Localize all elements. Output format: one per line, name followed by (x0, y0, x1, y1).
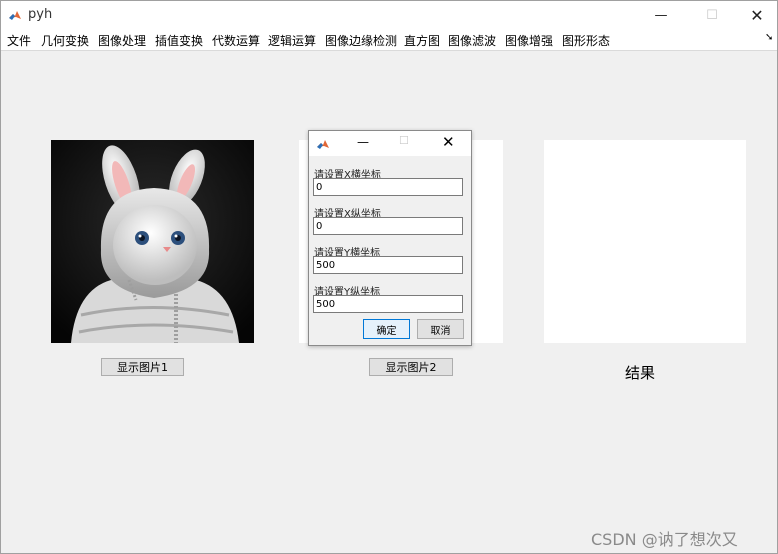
y-vertical-input[interactable] (313, 295, 463, 313)
result-label: 结果 (625, 364, 656, 382)
menu-geometric-transform[interactable]: 几何变换 (41, 32, 89, 49)
close-button[interactable]: ✕ (734, 1, 778, 29)
main-window: pyh — ☐ ✕ 文件 几何变换 图像处理 插值变换 代数运算 逻辑运算 图像… (0, 0, 778, 554)
rabbit-image (51, 140, 254, 343)
menu-algebraic-ops[interactable]: 代数运算 (212, 32, 260, 49)
ok-button[interactable]: 确定 (363, 319, 410, 339)
window-title: pyh (28, 7, 53, 22)
minimize-button[interactable]: — (638, 1, 684, 29)
dialog-minimize-button[interactable]: — (357, 135, 369, 149)
matlab-logo-icon (316, 137, 330, 151)
dialog-close-button[interactable]: ✕ (442, 133, 455, 151)
menu-histogram[interactable]: 直方图 (404, 32, 440, 49)
result-panel (544, 140, 746, 343)
menu-interpolation[interactable]: 插值变换 (155, 32, 203, 49)
matlab-logo-icon (8, 8, 22, 22)
x-horizontal-input[interactable] (313, 178, 463, 196)
watermark: CSDN @讷了想次又 (591, 530, 738, 549)
show-image-1-button[interactable]: 显示图片1 (101, 358, 184, 376)
menu-overflow-icon[interactable]: ➘ (765, 32, 773, 43)
x-vertical-input[interactable] (313, 217, 463, 235)
menu-image-processing[interactable]: 图像处理 (98, 32, 146, 49)
menu-bar: 文件 几何变换 图像处理 插值变换 代数运算 逻辑运算 图像边缘检测 直方图 图… (1, 29, 777, 51)
maximize-button[interactable]: ☐ (689, 1, 735, 29)
coordinate-input-dialog: — ☐ ✕ 请设置X横坐标 请设置X纵坐标 请设置Y横坐标 请设置Y纵坐标 确定… (308, 130, 472, 346)
cancel-button[interactable]: 取消 (417, 319, 464, 339)
menu-logic-ops[interactable]: 逻辑运算 (268, 32, 316, 49)
menu-image-filter[interactable]: 图像滤波 (448, 32, 496, 49)
menu-edge-detection[interactable]: 图像边缘检测 (325, 32, 397, 49)
dialog-maximize-button[interactable]: ☐ (399, 134, 409, 147)
show-image-2-button[interactable]: 显示图片2 (369, 358, 453, 376)
menu-image-enhance[interactable]: 图像增强 (505, 32, 553, 49)
y-horizontal-input[interactable] (313, 256, 463, 274)
dialog-title-bar: — ☐ ✕ (309, 131, 471, 156)
title-bar: pyh — ☐ ✕ (1, 1, 777, 29)
image-panel-1 (51, 140, 254, 343)
menu-file[interactable]: 文件 (7, 32, 31, 49)
menu-morphology[interactable]: 图形形态 (562, 32, 610, 49)
